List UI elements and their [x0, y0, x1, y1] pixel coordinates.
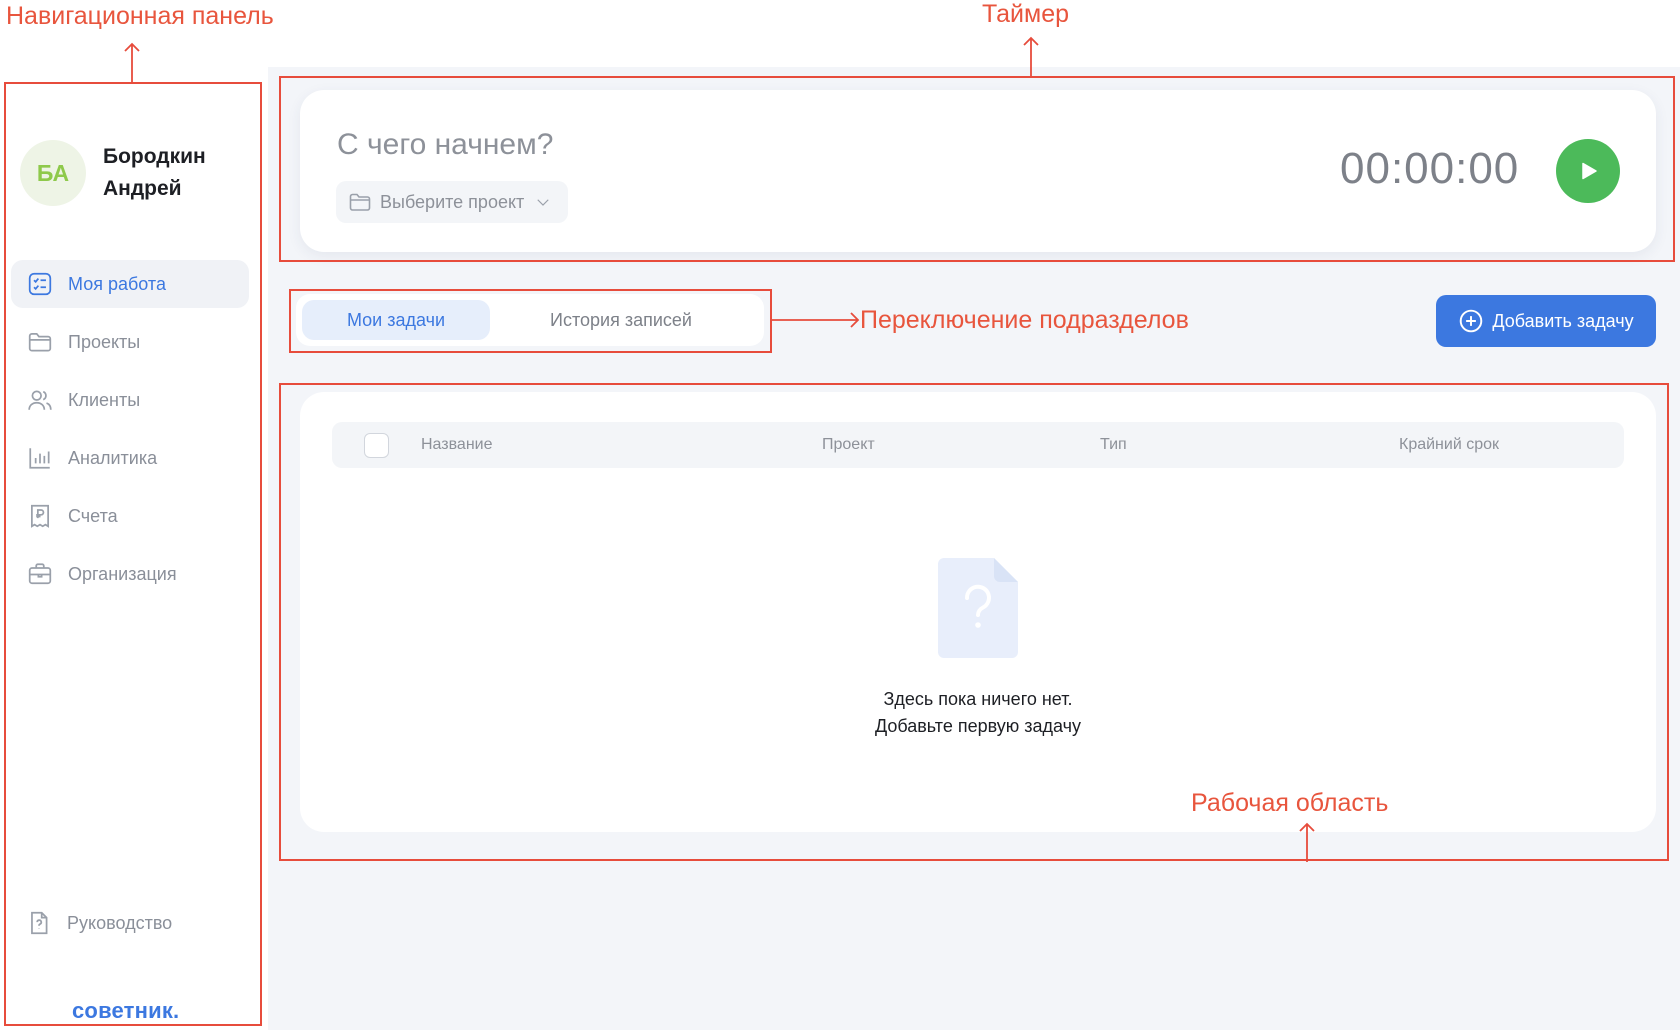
project-select-label: Выберите проект [380, 191, 525, 212]
sidebar-item-label: Организация [68, 563, 177, 584]
sidebar-item-my-work[interactable]: Моя работа [11, 260, 249, 308]
annotation-label-timer: Таймер [982, 0, 1070, 28]
annotation-arrow-up-icon [124, 42, 140, 82]
column-header-deadline[interactable]: Крайний срок [1399, 436, 1499, 454]
sidebar-item-label: Проекты [68, 331, 141, 352]
sidebar-item-label: Моя работа [68, 273, 166, 294]
bar-chart-icon [26, 444, 54, 472]
avatar: БА [20, 140, 86, 206]
sidebar-item-label: Счета [68, 505, 118, 526]
task-description-input[interactable]: С чего начнем? [337, 128, 553, 162]
empty-state-line-2: Добавьте первую задачу [874, 716, 1082, 736]
user-name: Бородкин Андрей [103, 145, 206, 200]
column-header-name[interactable]: Название [421, 436, 493, 454]
annotation-label-nav-panel: Навигационная панель [6, 2, 274, 30]
select-all-checkbox[interactable] [364, 433, 389, 458]
user-profile[interactable]: БА Бородкин Андрей [20, 140, 223, 206]
help-document-icon [31, 911, 48, 935]
sidebar-item-organization[interactable]: Организация [11, 550, 249, 598]
play-icon [1582, 162, 1597, 180]
sidebar-item-guide[interactable]: Руководство [26, 910, 172, 936]
folder-icon [26, 328, 54, 356]
annotation-label-tab-switch: Переключение подразделов [860, 306, 1189, 334]
column-header-project[interactable]: Проект [822, 436, 875, 454]
timer-display: 00:00:00 [1340, 144, 1520, 193]
table-header: Название Проект Тип Крайний срок [332, 422, 1624, 468]
column-header-type[interactable]: Тип [1100, 436, 1127, 454]
plus-circle-icon [1460, 309, 1483, 333]
sidebar-item-analytics[interactable]: Аналитика [11, 434, 249, 482]
briefcase-icon [26, 560, 54, 588]
empty-document-icon [938, 558, 1018, 658]
sidebar-item-invoices[interactable]: Счета [11, 492, 249, 540]
sidebar-item-label: Аналитика [68, 447, 158, 468]
users-icon [26, 386, 54, 414]
folder-icon [349, 193, 371, 211]
timer-card: С чего начнем? Выберите проект 00:00:00 [300, 90, 1656, 252]
task-list-icon [26, 270, 54, 298]
section-tabs: Мои задачи История записей [296, 294, 764, 346]
sidebar-item-label: Клиенты [68, 389, 141, 410]
add-task-label: Добавить задачу [1492, 310, 1634, 331]
sidebar-nav: Моя работа Проекты Клиенты Аналитика Сче… [11, 260, 249, 608]
start-timer-button[interactable] [1556, 139, 1620, 203]
sidebar-item-projects[interactable]: Проекты [11, 318, 249, 366]
annotation-label-work-area: Рабочая область [1191, 789, 1389, 817]
empty-state-text: Здесь пока ничего нет. Добавьте первую з… [778, 686, 1178, 740]
add-task-button[interactable]: Добавить задачу [1436, 295, 1656, 347]
tab-my-tasks[interactable]: Мои задачи [302, 300, 490, 340]
tab-history[interactable]: История записей [490, 300, 752, 340]
invoice-icon [26, 502, 54, 530]
empty-state-line-1: Здесь пока ничего нет. [883, 689, 1073, 709]
project-select[interactable]: Выберите проект [336, 181, 569, 223]
sidebar-item-clients[interactable]: Клиенты [11, 376, 249, 424]
work-area-card: Название Проект Тип Крайний срок Здесь п… [300, 392, 1656, 832]
sidebar: БА Бородкин Андрей Моя работа Проекты Кл… [4, 80, 260, 1030]
chevron-down-icon [537, 199, 549, 206]
sidebar-item-label: Руководство [67, 912, 173, 933]
brand-logo[interactable]: советник. [72, 998, 179, 1024]
